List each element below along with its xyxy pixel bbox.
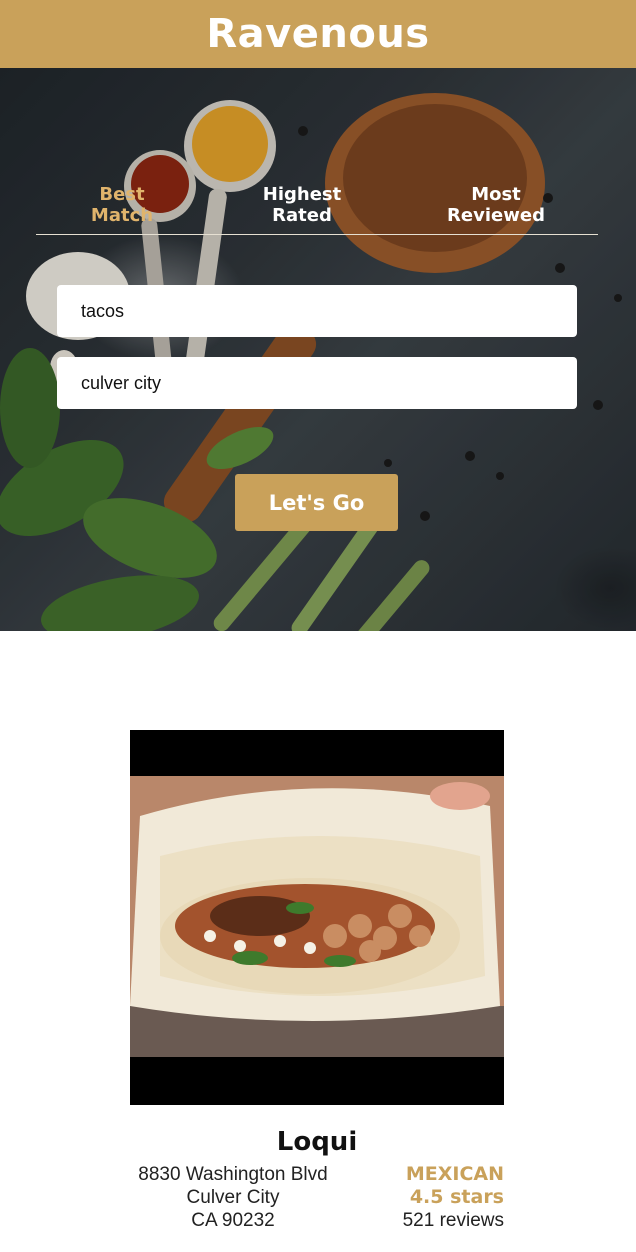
- app-header: Ravenous: [0, 0, 636, 68]
- tab-best-match-line1: Best: [99, 184, 145, 205]
- address-city: Culver City: [186, 1187, 280, 1208]
- app-title: Ravenous: [206, 11, 430, 57]
- hero-background-illustration: [0, 68, 636, 631]
- lets-go-button[interactable]: Let's Go: [235, 474, 398, 531]
- business-photo[interactable]: [130, 730, 504, 1105]
- business-address: 8830 Washington Blvd Culver City CA 9023…: [130, 1163, 336, 1232]
- tab-highest-rated[interactable]: Highest Rated: [232, 184, 372, 226]
- tab-highest-rated-line2: Rated: [272, 205, 332, 226]
- business-name: Loqui: [276, 1127, 358, 1157]
- business-reviews: MEXICAN 4.5 stars 521 reviews: [403, 1163, 504, 1232]
- tab-highest-rated-line1: Highest: [262, 184, 342, 205]
- taco-photo-illustration: [130, 776, 504, 1057]
- tab-most-reviewed-line2: Reviewed: [447, 205, 545, 226]
- review-count: 521 reviews: [402, 1210, 504, 1231]
- business-info: 8830 Washington Blvd Culver City CA 9023…: [130, 1163, 504, 1232]
- location-input[interactable]: [57, 357, 577, 409]
- business-rating: 4.5 stars: [409, 1186, 504, 1208]
- tab-most-reviewed[interactable]: Most Reviewed: [426, 184, 566, 226]
- search-bar: Best Match Highest Rated Most Reviewed L…: [0, 68, 636, 631]
- sort-options: Best Match Highest Rated Most Reviewed: [36, 184, 598, 235]
- address-state-zip: CA 90232: [191, 1210, 275, 1231]
- tab-best-match[interactable]: Best Match: [52, 184, 192, 226]
- tab-most-reviewed-line1: Most: [471, 184, 521, 205]
- tab-best-match-line2: Match: [90, 205, 154, 226]
- business-card[interactable]: Loqui 8830 Washington Blvd Culver City C…: [130, 730, 504, 1232]
- business-category: MEXICAN: [405, 1163, 504, 1185]
- search-term-input[interactable]: [57, 285, 577, 337]
- address-street: 8830 Washington Blvd: [138, 1164, 328, 1185]
